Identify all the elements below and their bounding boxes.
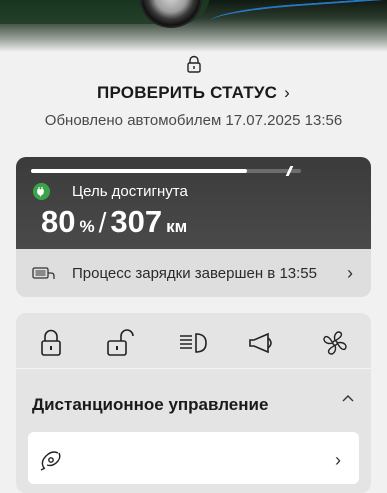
lock-icon[interactable] [185,55,203,73]
charge-plug-icon [33,183,50,200]
check-status-link[interactable]: ПРОВЕРИТЬ СТАТУС › [0,83,387,103]
charging-cable-icon [32,267,55,279]
charge-values: 80%/307 км [41,204,187,240]
fan-icon[interactable] [320,328,350,358]
charging-status-row[interactable]: Процесс зарядки завершен в 13:55 › [16,249,371,297]
value-separator: / [98,207,107,238]
charge-target-marker [285,166,293,176]
soc-value: 80 [41,204,76,239]
section-divider [16,368,371,369]
soc-unit: % [79,217,95,236]
car-hero-image [0,0,387,52]
chevron-right-icon: › [335,450,341,470]
range-unit: км [166,217,188,236]
lock-icon[interactable] [36,328,66,358]
check-status-label: ПРОВЕРИТЬ СТАТУС [97,83,278,102]
charging-summary: Цель достигнута 80%/307 км [16,157,371,249]
range-value: 307 [110,204,163,239]
charge-progress-bar [31,166,301,176]
charging-status-text: Процесс зарядки завершен в 13:55 [72,264,317,282]
remote-climate-item[interactable]: › [28,432,359,484]
remote-control-title: Дистанционное управление [32,395,269,414]
charge-progress-fill [31,169,247,173]
chevron-right-icon: › [347,262,353,283]
charging-card[interactable]: Цель достигнута 80%/307 км Процесс зарядк… [16,157,371,297]
last-updated-text: Обновлено автомобилем 17.07.2025 13:56 [44,112,343,129]
charging-cable-shape [209,0,387,33]
goal-reached-label: Цель достигнута [72,183,188,200]
unlock-icon[interactable] [105,328,135,358]
horn-icon[interactable] [247,328,277,358]
chevron-up-icon[interactable] [340,393,356,405]
remote-climate-icon [40,451,61,471]
headlight-icon[interactable] [178,328,208,358]
chevron-right-icon: › [284,83,290,102]
